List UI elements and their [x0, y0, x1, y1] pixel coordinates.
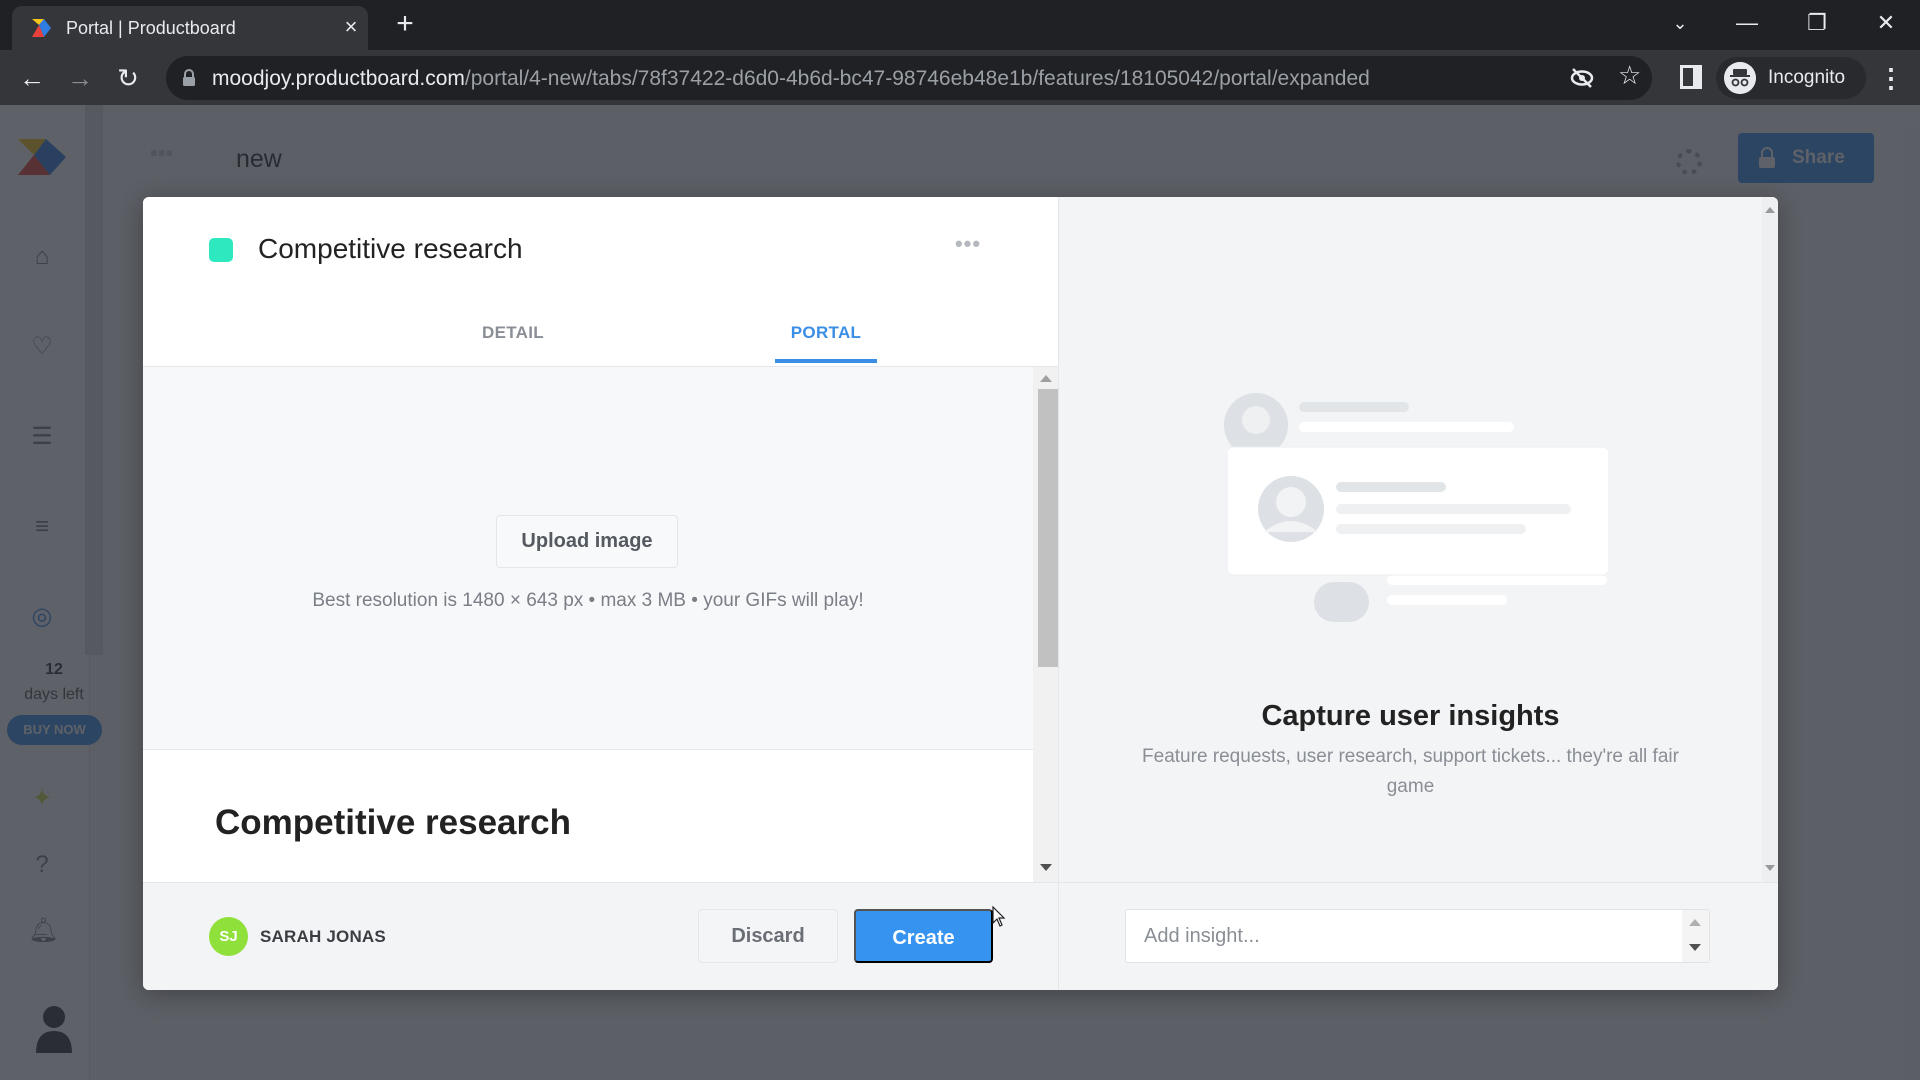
user-insights-illustration-icon — [1224, 393, 1610, 622]
insights-scrollbar[interactable] — [1762, 197, 1778, 882]
minimize-icon[interactable]: — — [1727, 8, 1767, 38]
discard-button[interactable]: Discard — [698, 909, 838, 963]
back-icon[interactable]: ← — [16, 62, 48, 94]
url-host: moodjoy.productboard.com — [212, 67, 465, 90]
browser-tab-bar: Portal | Productboard × + ⌄ — ❐ ✕ — [0, 0, 1920, 50]
feature-title[interactable]: Competitive research — [258, 233, 523, 265]
lock-icon — [183, 69, 195, 86]
mouse-cursor-icon — [992, 906, 1006, 927]
feature-panel: Competitive research ••• DETAIL PORTAL U… — [143, 197, 1058, 990]
scroll-down-arrow-icon[interactable] — [1689, 944, 1701, 951]
user-avatar: SJ — [209, 917, 248, 956]
scrollbar-thumb[interactable] — [1038, 389, 1058, 667]
restore-icon[interactable]: ❐ — [1797, 8, 1837, 38]
create-button[interactable]: Create — [854, 909, 993, 963]
url-text[interactable]: moodjoy.productboard.com/portal/4-new/ta… — [212, 67, 1370, 91]
more-options-icon[interactable]: ••• — [953, 233, 983, 257]
incognito-label: Incognito — [1768, 67, 1846, 88]
add-insight-input[interactable] — [1125, 909, 1710, 963]
tab-title: Portal | Productboard — [66, 18, 236, 38]
insight-input-scroll[interactable] — [1682, 910, 1709, 962]
tab-detail[interactable]: DETAIL — [413, 313, 613, 363]
productboard-favicon-icon — [32, 19, 51, 37]
browser-menu-icon[interactable]: ⋮ — [1878, 64, 1904, 92]
side-panel-icon[interactable] — [1680, 65, 1702, 89]
upload-hint: Best resolution is 1480 × 643 px • max 3… — [312, 590, 864, 611]
insights-title: Capture user insights — [1261, 700, 1560, 732]
browser-tab[interactable]: Portal | Productboard × — [12, 6, 368, 50]
feature-color-swatch[interactable] — [209, 238, 233, 262]
insights-footer — [1059, 882, 1778, 990]
eye-off-icon[interactable] — [1569, 66, 1595, 90]
bookmark-star-icon[interactable]: ☆ — [1618, 62, 1644, 88]
upload-image-button[interactable]: Upload image — [496, 515, 678, 568]
portal-card-title[interactable]: Competitive research — [215, 803, 571, 843]
modal-footer: SJ SARAH JONAS Discard Create — [143, 882, 1058, 990]
scroll-down-arrow-icon[interactable] — [1040, 864, 1052, 871]
close-tab-icon[interactable]: × — [338, 14, 364, 40]
close-window-icon[interactable]: ✕ — [1866, 8, 1906, 38]
address-bar[interactable]: moodjoy.productboard.com/portal/4-new/ta… — [166, 56, 1652, 100]
feature-modal: Competitive research ••• DETAIL PORTAL U… — [143, 197, 1778, 990]
portal-content-scroll: Upload image Best resolution is 1480 × 6… — [143, 367, 1058, 882]
image-upload-area: Upload image Best resolution is 1480 × 6… — [143, 367, 1033, 750]
reload-icon[interactable]: ↻ — [112, 62, 144, 94]
incognito-icon — [1724, 62, 1756, 94]
tab-search-icon[interactable]: ⌄ — [1660, 8, 1700, 38]
scroll-up-arrow-icon[interactable] — [1765, 207, 1775, 213]
incognito-profile-button[interactable]: Incognito — [1716, 57, 1866, 99]
browser-toolbar: ← → ↻ moodjoy.productboard.com/portal/4-… — [0, 50, 1920, 105]
scroll-down-arrow-icon[interactable] — [1765, 865, 1775, 871]
forward-icon[interactable]: → — [64, 62, 96, 94]
content-scrollbar[interactable] — [1033, 367, 1058, 882]
insights-empty-state: Capture user insights Feature requests, … — [1059, 197, 1778, 882]
tab-portal[interactable]: PORTAL — [775, 313, 877, 363]
new-tab-icon[interactable]: + — [390, 9, 420, 40]
url-path: /portal/4-new/tabs/78f37422-d6d0-4b6d-bc… — [464, 67, 1370, 90]
scroll-up-arrow-icon[interactable] — [1040, 375, 1052, 382]
user-name: SARAH JONAS — [260, 927, 386, 946]
insights-description: Feature requests, user research, support… — [1142, 746, 1679, 797]
scroll-up-arrow-icon[interactable] — [1689, 919, 1701, 926]
insights-panel: Capture user insights Feature requests, … — [1058, 197, 1778, 990]
